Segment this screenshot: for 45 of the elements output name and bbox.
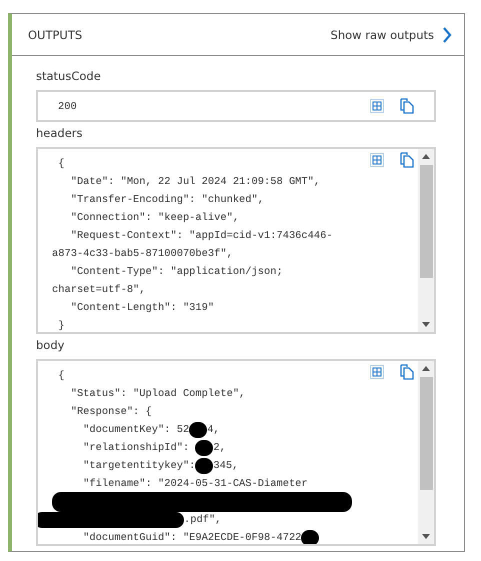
scrollbar[interactable] [418,361,434,544]
panel-title: OUTPUTS [28,28,82,42]
code-text: charset=utf-8", [52,283,146,298]
code-text: "Content-Type": "application/json; [70,265,283,280]
code-text: 2, [213,441,226,456]
code-text: 4, [207,423,220,438]
code-text: "relationshipId": [82,441,190,456]
code-text: "Date": "Mon, 22 Jul 2024 21:09:58 GMT", [70,175,320,190]
field-label: headers [36,126,84,140]
redaction-mark [189,422,208,438]
code-text: .pdf", [184,513,222,528]
code-text: 200 [58,100,77,115]
scroll-up-icon[interactable] [422,153,430,159]
code-text: "Transfer-Encoding": "chunked", [70,193,264,208]
redaction-mark [195,458,214,474]
code-text: "Content-Length": "319" [70,301,214,316]
redaction-mark [301,530,320,544]
table-view-icon[interactable] [370,365,384,379]
code-text: { [57,157,64,172]
scrollbar[interactable] [418,149,434,332]
redaction-mark [195,440,214,456]
code-text: "documentGuid": "E9A2ECDE-0F98-4722 [82,531,302,544]
scroll-down-icon[interactable] [422,322,430,328]
code-text: "Response": { [70,405,152,420]
field-label: body [36,338,66,352]
copy-icon[interactable] [400,364,414,380]
chevron-right-icon [442,26,452,42]
code-text: "Connection": "keep-alive", [70,211,240,226]
code-text: } [57,319,64,332]
scroll-down-icon[interactable] [422,534,430,540]
code-text: 345, [213,459,238,474]
code-text: "documentKey": 52 [82,423,190,438]
code-text: "Status": "Upload Complete", [70,387,246,402]
code-text: a873-4c33-bab5-87100070be3f", [52,247,233,262]
copy-icon[interactable] [400,98,414,114]
field-label: statusCode [36,69,102,83]
code-text: "targetentitykey": [82,459,196,474]
code-text: "filename": "2024-05-31-CAS-Diameter [82,477,308,492]
show-raw-outputs-link[interactable]: Show raw outputs [330,26,452,42]
table-view-icon[interactable] [370,153,384,167]
code-text: { [57,369,64,384]
copy-icon[interactable] [400,152,414,168]
code-text: "Request-Context": "appId=cid-v1:7436c446- [70,229,333,244]
table-view-icon[interactable] [370,99,384,113]
scroll-up-icon[interactable] [422,365,430,371]
